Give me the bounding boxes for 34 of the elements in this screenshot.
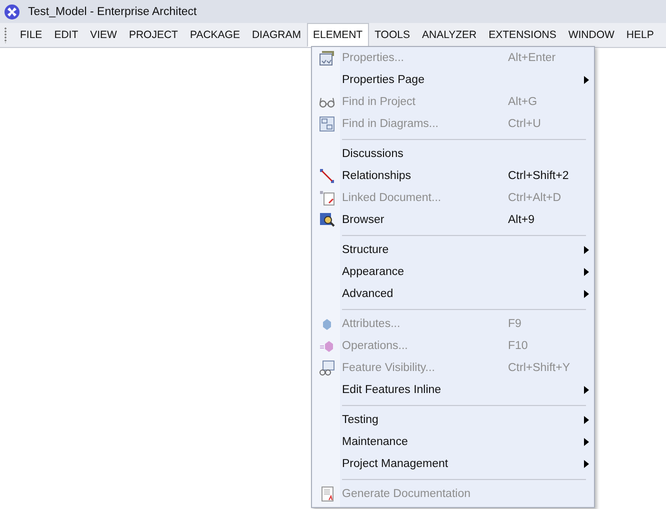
connector-icon xyxy=(319,168,335,184)
menu-item[interactable]: Project Management xyxy=(312,453,594,475)
menu-bar-item[interactable]: EXTENSIONS xyxy=(482,23,562,47)
menu-item[interactable]: Testing xyxy=(312,409,594,431)
app-logo-icon xyxy=(4,4,20,20)
menu-item[interactable]: Appearance xyxy=(312,261,594,283)
menu-item[interactable]: Advanced xyxy=(312,283,594,305)
search-icon xyxy=(319,212,335,228)
window-title: Test_Model - Enterprise Architect xyxy=(28,6,197,18)
menu-bar-item[interactable]: EDIT xyxy=(48,23,84,47)
menu-item[interactable]: Browser Alt+9 xyxy=(312,209,594,231)
menu-bar-item[interactable]: WINDOW xyxy=(562,23,620,47)
gem-icon xyxy=(319,338,335,354)
menu-item[interactable]: Structure xyxy=(312,239,594,261)
menu-bar-item[interactable]: TOOLS xyxy=(368,23,416,47)
document-icon xyxy=(319,190,335,206)
menu-bar-item[interactable]: FILE xyxy=(14,23,48,47)
menu-bar-item[interactable]: ANALYZER xyxy=(416,23,483,47)
menu-bar-item[interactable]: HELP xyxy=(620,23,660,47)
menu-item[interactable]: Edit Features Inline xyxy=(312,379,594,401)
menu-bar-item[interactable]: VIEW xyxy=(84,23,123,47)
grip-icon xyxy=(4,27,7,43)
form-icon xyxy=(319,50,335,66)
menu-bar-item[interactable]: ELEMENT xyxy=(306,23,369,47)
menu-item[interactable]: Properties Page xyxy=(312,69,594,91)
menu-bar-item[interactable]: PROJECT xyxy=(122,23,184,47)
menu-bar-item[interactable]: PACKAGE xyxy=(184,23,246,47)
menu-item[interactable]: Maintenance xyxy=(312,431,594,453)
menu-bar-item[interactable]: DIAGRAM xyxy=(246,23,307,47)
menu-item[interactable]: Relationships Ctrl+Shift+2 xyxy=(312,165,594,187)
document-icon xyxy=(319,486,335,502)
menu-item[interactable]: Discussions xyxy=(312,143,594,165)
glasses-icon xyxy=(319,360,335,376)
diagram-icon xyxy=(319,116,335,132)
